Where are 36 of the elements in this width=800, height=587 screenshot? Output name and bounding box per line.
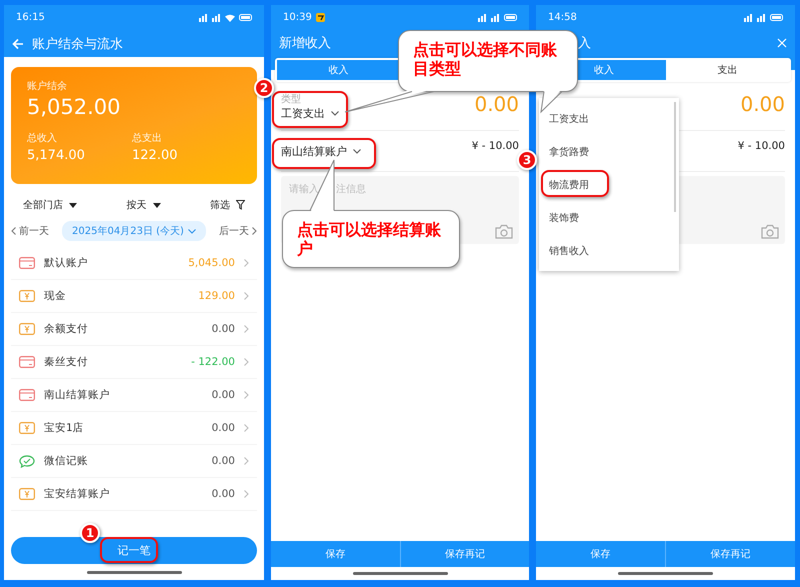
screen-title: 账户结余与流水 [32,36,123,52]
screen-title: 入 [578,35,591,52]
status-time: 10:39 [283,12,312,23]
account-name: 现金 [44,289,66,303]
account-amount: 0.00 [212,488,235,500]
account-name: 微信记账 [44,454,88,468]
account-amount: 0.00 [212,422,235,434]
amount-value: 0.00 [740,92,785,116]
account-name: 宝安1店 [44,421,84,435]
account-name: 宝安结算账户 [44,487,110,501]
expense-label: 总支出 [132,132,163,145]
income-value: 5,174.00 [27,148,86,163]
account-amount: ¥ - 10.00 [472,140,519,152]
amount-value: 0.00 [474,92,519,116]
account-amount: 0.00 [212,389,235,401]
account-name: 秦丝支付 [44,355,88,369]
balance-value: 5,052.00 [27,95,122,119]
hint-tooltip: 点击可以选择结算账户 [282,210,460,268]
status-time: 14:58 [548,12,577,23]
account-name: 南山结算账户 [44,388,110,402]
account-amount: 5,045.00 [188,257,235,269]
account-amount: 129.00 [198,290,235,302]
account-amount: 0.00 [212,455,235,467]
account-amount: ¥ - 10.00 [738,140,785,152]
account-name: 余额支付 [44,322,88,336]
placeholder-text: 注信息 [336,182,366,196]
account-amount: 0.00 [212,323,235,335]
expense-value: 122.00 [132,148,178,163]
income-label: 总收入 [27,132,58,145]
field-label: 类型 [281,94,302,104]
account-amount: - 122.00 [191,356,235,368]
screen-title: 新增收入 [279,35,331,52]
account-name: 默认账户 [44,256,88,270]
status-time: 16:15 [16,12,45,23]
placeholder-text: 请输入 [289,182,319,196]
balance-label: 账户结余 [27,80,68,93]
